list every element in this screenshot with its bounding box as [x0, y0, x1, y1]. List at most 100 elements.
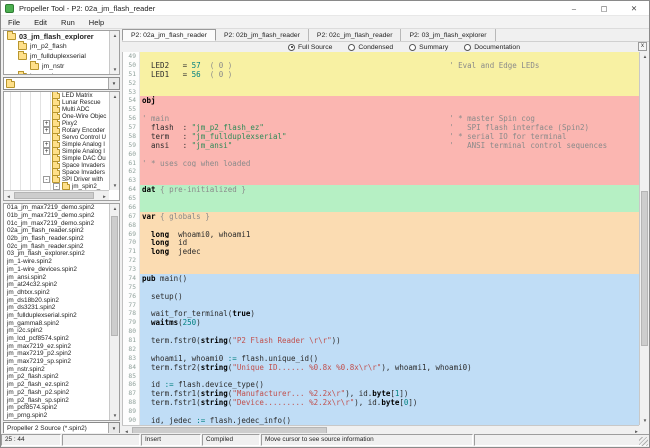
code-line[interactable]: 83 whoami1, whoami0 := flash.unique_id(): [123, 353, 641, 363]
scroll-down-icon[interactable]: ▼: [110, 411, 119, 420]
radio-icon[interactable]: [464, 43, 472, 51]
expand-toggle-icon[interactable]: +: [43, 148, 50, 155]
code-line[interactable]: 49: [123, 52, 641, 61]
code-line[interactable]: 50 LED2 = 57 ( 0 ) ' Eval and Edge LEDs: [123, 60, 641, 70]
file-list-item[interactable]: jm_max7219_ez.spin2: [4, 342, 109, 350]
expand-toggle-icon[interactable]: +: [43, 127, 50, 134]
code-line[interactable]: 51 LED1 = 56 ( 0 ): [123, 69, 641, 79]
view-mode-radio[interactable]: Summary: [409, 43, 448, 51]
project-tree-item[interactable]: jm_nstr: [4, 61, 109, 71]
code-line[interactable]: 67 var { globals }: [123, 211, 641, 221]
code-line[interactable]: 68: [123, 220, 641, 230]
code-line[interactable]: 56 ' main ' * master Spin cog: [123, 114, 641, 123]
code-line[interactable]: 90 id, jedec := flash.jedec_info(): [123, 415, 641, 425]
expand-toggle-icon[interactable]: -: [43, 176, 50, 183]
code-line[interactable]: 74 pub main(): [123, 273, 641, 283]
code-line[interactable]: 62: [123, 167, 641, 177]
view-mode-radio[interactable]: Full Source: [288, 43, 332, 51]
code-line[interactable]: 77: [123, 300, 641, 310]
file-list-item[interactable]: jm_p2_flash_sp.spin2: [4, 396, 109, 404]
code-line[interactable]: 52: [123, 78, 641, 88]
minimize-button[interactable]: –: [559, 1, 589, 15]
scrollbar-thumb[interactable]: [14, 192, 94, 199]
code-line[interactable]: 72: [123, 256, 641, 265]
scroll-down-icon[interactable]: ▼: [110, 181, 119, 190]
file-list-item[interactable]: jm_max7219_sp.spin2: [4, 358, 109, 366]
folder-tree-hscrollbar[interactable]: ◄ ►: [4, 190, 109, 200]
editor-tab[interactable]: P2: 02c_jm_flash_reader: [309, 29, 402, 41]
file-list-item[interactable]: 01a_jm_max7219_demo.spin2: [4, 204, 109, 212]
code-line[interactable]: 87 term.fstr1(string("Manufacturer... %2…: [123, 389, 641, 399]
scroll-left-icon[interactable]: ◄: [4, 191, 13, 200]
folder-path-combo[interactable]: ▼: [3, 77, 120, 90]
project-tree-item[interactable]: jm_fullduplexserial: [4, 51, 109, 61]
file-list-item[interactable]: jm_ds18b20.spin2: [4, 296, 109, 304]
expand-toggle-icon[interactable]: -: [53, 183, 60, 190]
file-list-item[interactable]: jm_ansi.spin2: [4, 273, 109, 281]
folder-tree-vscrollbar[interactable]: ▲ ▼: [109, 92, 119, 190]
code-line[interactable]: 53: [123, 87, 641, 97]
file-list-item[interactable]: jm_pcf8574.spin2: [4, 404, 109, 412]
editor-vscrollbar[interactable]: ▲ ▼: [639, 52, 649, 425]
scroll-down-icon[interactable]: ▼: [640, 416, 649, 425]
project-tree-item[interactable]: 03_jm_flash_explorer: [4, 31, 109, 41]
file-list-item[interactable]: jm_p2_flash_p2.spin2: [4, 389, 109, 397]
close-button[interactable]: ✕: [619, 1, 649, 15]
menu-item[interactable]: Help: [82, 18, 111, 27]
code-line[interactable]: 86 id := flash.device_type(): [123, 380, 641, 390]
menu-item[interactable]: Run: [54, 18, 82, 27]
file-list-item[interactable]: jm_i2c.spin2: [4, 327, 109, 335]
code-line[interactable]: 54 obj: [123, 96, 641, 106]
code-line[interactable]: 79 waitms(250): [123, 318, 641, 328]
code-line[interactable]: 59 ansi : "jm_ansi" ' ANSI terminal cont…: [123, 140, 641, 150]
file-list-item[interactable]: jm_at24c32.spin2: [4, 281, 109, 289]
editor-tab[interactable]: P2: 02b_jm_flash_reader: [216, 29, 309, 41]
code-line[interactable]: 55: [123, 105, 641, 115]
code-line[interactable]: 85: [123, 371, 641, 381]
code-line[interactable]: 75: [123, 282, 641, 292]
code-line[interactable]: 80: [123, 327, 641, 336]
code-line[interactable]: 63: [123, 176, 641, 186]
code-line[interactable]: 78 wait_for_terminal(true): [123, 309, 641, 319]
file-list-item[interactable]: 01c_jm_max7219_demo.spin2: [4, 219, 109, 227]
code-line[interactable]: 84 term.fstr2(string("Unique ID...... %0…: [123, 362, 641, 372]
expand-toggle-icon[interactable]: +: [43, 141, 50, 148]
code-line[interactable]: 58 term : "jm_fullduplexserial" ' * seri…: [123, 131, 641, 141]
file-list-item[interactable]: jm_ds3231.spin2: [4, 304, 109, 312]
close-pane-icon[interactable]: x: [638, 42, 647, 51]
code-line[interactable]: 61 ' * uses cog when loaded: [123, 158, 641, 168]
code-line[interactable]: 82: [123, 344, 641, 354]
code-line[interactable]: 64 dat { pre-initialized }: [123, 185, 641, 194]
code-editor[interactable]: 49 50 LED2 = 57 ( 0 ) ' Eval and Edge LED…: [122, 52, 641, 425]
maximize-button[interactable]: ▢: [589, 1, 619, 15]
radio-icon[interactable]: [409, 43, 417, 51]
editor-tab[interactable]: P2: 03_jm_flash_explorer: [401, 29, 496, 41]
code-line[interactable]: 88 term.fstr1(string("Device......... %2…: [123, 398, 641, 407]
file-list-item[interactable]: jm_gamma8.spin2: [4, 319, 109, 327]
code-line[interactable]: 73: [123, 265, 641, 274]
file-list-item[interactable]: jm_max7219_p2.spin2: [4, 350, 109, 358]
folder-tree-item[interactable]: - SPI Driver with: [4, 175, 109, 183]
folder-tree-item[interactable]: - jm_spin2_: [4, 182, 109, 190]
radio-icon[interactable]: [288, 43, 295, 51]
file-list-item[interactable]: 02b_jm_flash_reader.spin2: [4, 235, 109, 243]
code-line[interactable]: 69 long whoami0, whoami1: [123, 229, 641, 239]
file-list-item[interactable]: 03_jm_flash_explorer.spin2: [4, 250, 109, 258]
file-list-item[interactable]: jm_prng.spin2: [4, 412, 109, 420]
expand-toggle-icon[interactable]: +: [43, 120, 50, 127]
menu-item[interactable]: Edit: [27, 18, 54, 27]
view-mode-radio[interactable]: Condensed: [348, 43, 393, 51]
menu-item[interactable]: File: [1, 18, 27, 27]
file-list-item[interactable]: jm_p2_flash_ez.spin2: [4, 381, 109, 389]
code-line[interactable]: 60: [123, 149, 641, 159]
scroll-up-icon[interactable]: ▲: [640, 52, 649, 61]
radio-icon[interactable]: [348, 43, 356, 51]
code-line[interactable]: 76 setup(): [123, 291, 641, 301]
file-list-item[interactable]: jm_1-wire.spin2: [4, 258, 109, 266]
scroll-up-icon[interactable]: ▲: [110, 31, 119, 40]
dropdown-icon[interactable]: ▼: [108, 78, 119, 89]
scroll-down-icon[interactable]: ▼: [110, 65, 119, 74]
file-list-item[interactable]: jm_fullduplexserial.spin2: [4, 312, 109, 320]
file-list-item[interactable]: jm_dhtxx.spin2: [4, 289, 109, 297]
scroll-right-icon[interactable]: ►: [100, 191, 109, 200]
